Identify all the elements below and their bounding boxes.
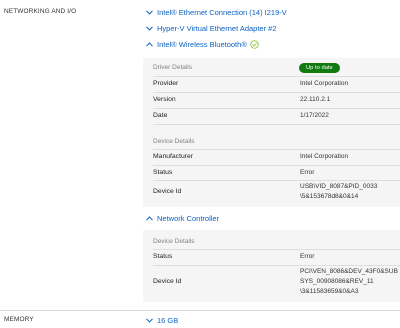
device-row-hyperv[interactable]: Hyper-V Virtual Ethernet Adapter #2	[145, 22, 277, 34]
divider	[153, 76, 400, 77]
memory-section-label: MEMORY	[4, 316, 34, 323]
driver-version-value: 22.110.2.1	[300, 96, 331, 103]
chevron-up-icon	[145, 40, 153, 48]
device-row-network-controller[interactable]: Network Controller	[145, 212, 219, 224]
divider	[153, 180, 400, 181]
device-row-bluetooth[interactable]: Intel® Wireless Bluetooth®	[145, 38, 259, 50]
memory-value: 16 GB	[157, 315, 179, 325]
device-id-value-line1: PCI\VEN_8086&DEV_43F0&SUB	[300, 268, 398, 275]
chevron-down-icon	[145, 316, 153, 324]
device-id-value-line1: USB\VID_8087&PID_0033	[300, 183, 378, 190]
driver-provider-value: Intel Corporation	[300, 80, 349, 87]
status-value: Error	[300, 253, 315, 260]
divider	[153, 165, 400, 166]
device-id-key: Device Id	[153, 188, 182, 195]
driver-details-title: Driver Details	[153, 64, 193, 71]
driver-date-key: Date	[153, 112, 168, 119]
divider	[153, 108, 400, 109]
manufacturer-value: Intel Corporation	[300, 153, 349, 160]
section-divider	[0, 310, 400, 311]
bluetooth-details-panel: Driver Details Up to date Provider Intel…	[143, 58, 400, 207]
device-id-value-line3: \3&11583659&0&A3	[300, 288, 359, 295]
device-id-value-line2: SYS_00908086&REV_11	[300, 278, 374, 285]
device-row-ethernet[interactable]: Intel® Ethernet Connection (14) I219-V	[145, 6, 287, 18]
manufacturer-key: Manufacturer	[153, 153, 194, 160]
device-details-title: Device Details	[153, 238, 195, 245]
chevron-down-icon	[145, 24, 153, 32]
device-details-title: Device Details	[153, 138, 195, 145]
status-key: Status	[153, 253, 173, 260]
network-controller-details-panel: Device Details Status Error Device Id PC…	[143, 230, 400, 302]
networking-section-label: NETWORKING AND I/O	[4, 8, 77, 15]
device-id-key: Device Id	[153, 278, 182, 285]
divider	[153, 149, 400, 150]
device-name: Hyper-V Virtual Ethernet Adapter #2	[157, 23, 277, 33]
driver-date-value: 1/17/2022	[300, 112, 329, 119]
divider	[153, 124, 400, 125]
device-name: Intel® Wireless Bluetooth®	[157, 39, 247, 49]
divider	[153, 249, 400, 250]
memory-row[interactable]: 16 GB	[145, 314, 178, 326]
device-name: Network Controller	[157, 213, 220, 223]
device-name: Intel® Ethernet Connection (14) I219-V	[157, 7, 287, 17]
status-value: Error	[300, 169, 315, 176]
divider	[153, 92, 400, 93]
driver-provider-key: Provider	[153, 80, 179, 87]
chevron-up-icon	[145, 214, 153, 222]
up-to-date-badge: Up to date	[299, 63, 340, 73]
divider	[153, 265, 400, 266]
check-circle-icon	[250, 39, 259, 49]
chevron-down-icon	[145, 8, 153, 16]
status-key: Status	[153, 169, 173, 176]
device-id-value-line2: \5&153678d8&0&14	[300, 193, 359, 200]
driver-version-key: Version	[153, 96, 176, 103]
